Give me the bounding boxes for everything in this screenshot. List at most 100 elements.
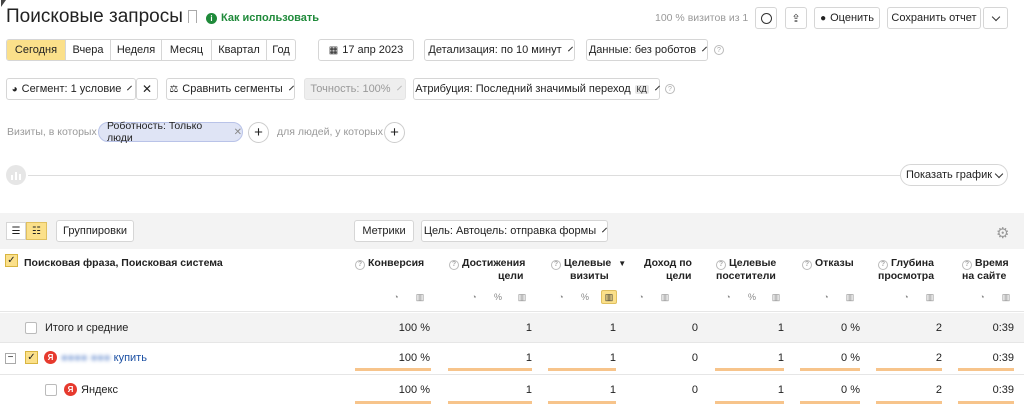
pie-view-icon[interactable]: ◔	[633, 290, 649, 304]
time-column-header[interactable]: ? Время на сайте	[962, 257, 1009, 283]
compare-icon: ⚖	[169, 83, 179, 95]
period-month[interactable]: Месяц	[162, 40, 212, 60]
bounces-column-header[interactable]: ? Отказы	[802, 257, 854, 270]
add-visit-condition-button[interactable]: +	[248, 122, 269, 143]
show-chart-button[interactable]: Показать график	[900, 164, 1008, 186]
row-label: Итого и средние	[45, 322, 129, 334]
pie-view-icon[interactable]: ◔	[388, 290, 404, 304]
blurred-phrase: ●●●● ●●●	[61, 352, 111, 364]
bounces-view-icons: ◔ ▥	[818, 290, 858, 304]
data-filter-dropdown[interactable]: Данные: без роботов	[586, 39, 708, 61]
conversion-view-icons: ◔ ▥	[388, 290, 428, 304]
help-icon[interactable]: ?	[355, 259, 365, 270]
export-button[interactable]: ⇪	[785, 7, 807, 29]
date-label: 17 апр 2023	[342, 44, 404, 56]
add-people-condition-button[interactable]: +	[384, 122, 405, 143]
help-icon[interactable]: ?	[449, 259, 459, 270]
target-visits-column-header[interactable]: ? Целевые ▼ визиты	[551, 257, 626, 283]
target-visitors-column-header[interactable]: ? Целевые посетители	[716, 257, 776, 283]
help-icon[interactable]: ?	[714, 45, 724, 55]
chart-icon[interactable]	[6, 165, 26, 185]
time-bar	[958, 401, 1014, 404]
period-yesterday[interactable]: Вчера	[66, 40, 111, 60]
detail-dropdown[interactable]: Детализация: по 10 минут	[424, 39, 575, 61]
robot-filter-label: Роботность: Только люди	[107, 120, 203, 144]
segment-dropdown[interactable]: ◕ Сегмент: 1 условие	[6, 78, 136, 100]
pie-view-icon[interactable]: ◔	[466, 290, 482, 304]
pie-view-icon[interactable]: ◔	[818, 290, 834, 304]
period-today[interactable]: Сегодня	[7, 40, 66, 60]
settings-gear-icon[interactable]: ⚙	[996, 224, 1009, 242]
metrics-button[interactable]: Метрики	[354, 220, 414, 242]
search-phrase-link[interactable]: ●●●● ●●● купить	[61, 352, 147, 364]
depth-column-header[interactable]: ? Глубина просмотра	[878, 257, 934, 283]
compare-label: Сравнить сегменты	[182, 83, 283, 95]
dimension-column-header[interactable]: Поисковая фраза, Поисковая система	[24, 257, 223, 270]
target-visitors-cell: 1	[777, 384, 784, 396]
conversion-column-header[interactable]: ? Конверсия	[355, 257, 424, 270]
info-icon: i	[206, 12, 217, 24]
rate-button[interactable]: ● Оценить	[814, 7, 880, 29]
accuracy-dropdown[interactable]: Точность: 100%	[304, 78, 406, 100]
income-cell: 0	[691, 384, 698, 396]
how-to-use-link[interactable]: i Как использовать	[206, 12, 319, 24]
percent-view-icon[interactable]: %	[744, 290, 760, 304]
bar-view-icon[interactable]: ▥	[514, 290, 530, 304]
save-report-menu-button[interactable]	[983, 7, 1008, 29]
percent-view-icon[interactable]: %	[577, 290, 593, 304]
bounces-cell: 0 %	[841, 384, 860, 396]
dimension-checkbox[interactable]: ✓	[5, 254, 18, 267]
upload-icon: ⇪	[791, 12, 801, 25]
help-icon[interactable]: ?	[878, 259, 888, 270]
chevron-down-icon	[288, 85, 294, 90]
bar-view-icon[interactable]: ▥	[601, 290, 617, 304]
bar-view-icon[interactable]: ▥	[922, 290, 938, 304]
help-icon[interactable]: ?	[665, 84, 675, 94]
row-checkbox[interactable]	[25, 322, 37, 334]
pie-view-icon[interactable]: ◔	[974, 290, 990, 304]
chevron-down-icon	[991, 12, 1000, 21]
attribution-label: Атрибуция: Последний значимый переход	[415, 83, 631, 95]
chip-close-icon[interactable]: ✕	[234, 127, 242, 138]
period-quarter[interactable]: Квартал	[212, 40, 267, 60]
table-row[interactable]: − ✓ Я ●●●● ●●● купить 100 % 1 1 0 1 0 % …	[0, 343, 1024, 375]
income-column-header[interactable]: Доход по цели	[644, 257, 692, 283]
bar-view-icon[interactable]: ▥	[998, 290, 1014, 304]
help-icon[interactable]: ?	[716, 259, 726, 270]
pie-view-icon[interactable]: ◔	[898, 290, 914, 304]
depth-view-icons: ◔ ▥	[898, 290, 938, 304]
table-row[interactable]: Я Яндекс 100 % 1 1 0 1 0 % 2 0:39	[0, 375, 1024, 411]
attribution-dropdown[interactable]: Атрибуция: Последний значимый переход КД	[413, 78, 660, 100]
robot-filter-chip[interactable]: Роботность: Только люди ✕	[98, 120, 243, 144]
groupings-button[interactable]: Группировки	[56, 220, 134, 242]
period-week[interactable]: Неделя	[111, 40, 162, 60]
period-selector: Сегодня Вчера Неделя Месяц Квартал Год	[6, 39, 296, 61]
pie-view-icon[interactable]: ◔	[720, 290, 736, 304]
bar-view-icon[interactable]: ▥	[768, 290, 784, 304]
compare-segments-dropdown[interactable]: ⚖ Сравнить сегменты	[166, 78, 295, 100]
goal-reaches-column-header[interactable]: ? Достижения цели	[449, 257, 525, 283]
date-picker-button[interactable]: ▦ 17 апр 2023	[318, 39, 414, 61]
period-year[interactable]: Год	[267, 40, 295, 60]
visits-filter-label: Визиты, в которых	[7, 126, 97, 138]
history-button[interactable]	[755, 7, 777, 29]
view-list-button[interactable]: ☰	[6, 222, 26, 240]
conversion-cell: 100 %	[398, 352, 430, 364]
help-icon[interactable]: ?	[802, 259, 812, 270]
bar-view-icon[interactable]: ▥	[842, 290, 858, 304]
help-icon[interactable]: ?	[962, 259, 972, 270]
goal-dropdown[interactable]: Цель: Автоцель: отправка формы	[421, 220, 608, 242]
help-icon[interactable]: ?	[551, 259, 561, 270]
save-report-button[interactable]: Сохранить отчет	[887, 7, 981, 29]
view-tree-button[interactable]: ☷	[26, 222, 47, 240]
segment-clear-button[interactable]: ✕	[136, 78, 158, 100]
segment-pie-icon: ◕	[11, 83, 18, 95]
row-checkbox[interactable]	[45, 384, 57, 396]
bar-view-icon[interactable]: ▥	[412, 290, 428, 304]
bar-view-icon[interactable]: ▥	[657, 290, 673, 304]
row-checkbox[interactable]: ✓	[25, 351, 38, 364]
percent-view-icon[interactable]: %	[490, 290, 506, 304]
bookmark-icon[interactable]	[188, 10, 197, 23]
collapse-toggle-icon[interactable]: −	[5, 353, 16, 364]
pie-view-icon[interactable]: ◔	[553, 290, 569, 304]
